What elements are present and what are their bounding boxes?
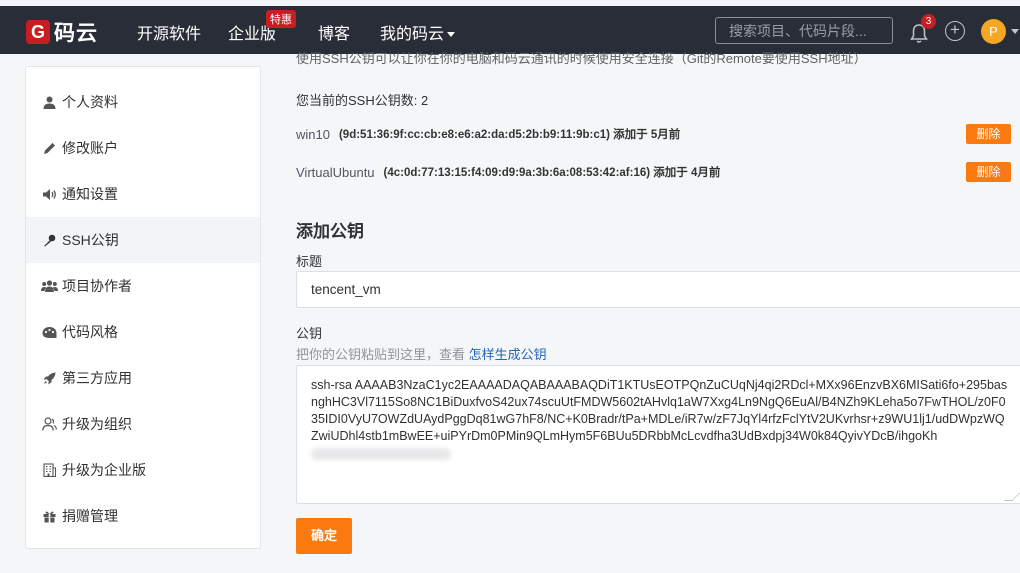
delete-key-button[interactable]: 删除 bbox=[966, 124, 1011, 144]
ssh-key-count: 您当前的SSH公钥数: 2 bbox=[296, 93, 429, 108]
ssh-key-row: win10 (9d:51:36:9f:cc:cb:e8:e6:a2:da:d5:… bbox=[296, 123, 1012, 145]
sidebar-item-code-style[interactable]: 代码风格 bbox=[26, 309, 260, 355]
sidebar-item-notifications[interactable]: 通知设置 bbox=[26, 171, 260, 217]
chevron-down-icon bbox=[447, 32, 456, 38]
settings-sidebar: 个人资料 修改账户 通知设置 SSH公钥 项目协作者 代码风格 第三方应用 升级… bbox=[25, 66, 261, 549]
ssh-key-fingerprint: (4c:0d:77:13:15:f4:09:d9:9a:3b:6a:08:53:… bbox=[383, 167, 721, 179]
sidebar-item-upgrade-org[interactable]: 升级为组织 bbox=[26, 401, 260, 447]
sidebar-item-label: 通知设置 bbox=[62, 186, 118, 202]
sidebar-item-label: 项目协作者 bbox=[62, 278, 132, 294]
sidebar-item-account[interactable]: 修改账户 bbox=[26, 125, 260, 171]
sidebar-item-label: 捐赠管理 bbox=[62, 508, 118, 524]
users-icon bbox=[40, 280, 58, 292]
add-key-heading: 添加公钥 bbox=[296, 222, 364, 241]
public-key-hint: 把你的公钥粘贴到这里，查看 怎样生成公钥 bbox=[296, 344, 547, 363]
plus-icon[interactable]: + bbox=[945, 21, 965, 41]
nav-open-source[interactable]: 开源软件 bbox=[137, 20, 201, 44]
nav-my-gitee[interactable]: 我的码云 bbox=[380, 20, 456, 44]
search-input[interactable] bbox=[715, 17, 893, 44]
nav-blog[interactable]: 博客 bbox=[318, 20, 350, 44]
palette-icon bbox=[40, 326, 58, 339]
sidebar-item-label: 第三方应用 bbox=[62, 370, 132, 386]
public-key-textarea[interactable]: ssh-rsa AAAAB3NzaC1yc2EAAAADAQABAAABAQDi… bbox=[296, 365, 1020, 504]
logo-text: 码云 bbox=[54, 22, 98, 45]
sidebar-item-profile[interactable]: 个人资料 bbox=[26, 79, 260, 125]
chevron-down-icon[interactable] bbox=[1011, 29, 1019, 34]
sidebar-item-upgrade-enterprise[interactable]: 升级为企业版 bbox=[26, 447, 260, 493]
key-title-input[interactable]: tencent_vm bbox=[296, 271, 1020, 308]
key-icon bbox=[40, 234, 58, 247]
redacted-blur bbox=[311, 447, 451, 460]
sidebar-item-label: 升级为组织 bbox=[62, 416, 132, 432]
gift-icon bbox=[40, 510, 58, 523]
public-key-value: ssh-rsa AAAAB3NzaC1yc2EAAAADAQABAAABAQDi… bbox=[311, 378, 1008, 443]
speaker-icon bbox=[40, 188, 58, 201]
notification-count-badge: 3 bbox=[921, 14, 936, 29]
top-navbar: G 码云 开源软件 企业版 特惠 博客 我的码云 3 + P bbox=[0, 0, 1020, 54]
avatar[interactable]: P bbox=[981, 19, 1006, 44]
site-logo[interactable]: G 码云 bbox=[26, 17, 98, 47]
ssh-intro-text: 使用SSH公钥可以让你在你的电脑和码云通讯的时候使用安全连接（Git的Remot… bbox=[296, 51, 867, 66]
enterprise-promo-badge: 特惠 bbox=[266, 10, 296, 28]
ssh-key-name: win10 bbox=[296, 126, 330, 142]
sidebar-item-label: 修改账户 bbox=[62, 140, 118, 156]
sidebar-item-third-party-apps[interactable]: 第三方应用 bbox=[26, 355, 260, 401]
sidebar-item-collaborators[interactable]: 项目协作者 bbox=[26, 263, 260, 309]
sidebar-item-label: 代码风格 bbox=[62, 324, 118, 340]
ssh-key-row: VirtualUbuntu (4c:0d:77:13:15:f4:09:d9:9… bbox=[296, 161, 1012, 183]
ssh-key-name: VirtualUbuntu bbox=[296, 164, 375, 180]
sidebar-item-donations[interactable]: 捐赠管理 bbox=[26, 493, 260, 539]
user-icon bbox=[40, 96, 58, 109]
hint-text: 把你的公钥粘贴到这里，查看 bbox=[296, 347, 469, 362]
building-icon bbox=[40, 463, 58, 477]
nav-my-gitee-label: 我的码云 bbox=[380, 26, 445, 43]
pencil-icon bbox=[40, 142, 58, 155]
rocket-icon bbox=[40, 372, 58, 385]
confirm-button[interactable]: 确定 bbox=[296, 518, 352, 554]
logo-mark: G bbox=[26, 20, 50, 44]
title-label: 标题 bbox=[296, 254, 323, 269]
sidebar-item-label: SSH公钥 bbox=[62, 232, 119, 248]
org-icon bbox=[40, 417, 58, 431]
public-key-label: 公钥 bbox=[296, 326, 323, 341]
sidebar-item-ssh-keys[interactable]: SSH公钥 bbox=[26, 217, 260, 263]
sidebar-item-label: 个人资料 bbox=[62, 94, 118, 110]
ssh-key-fingerprint: (9d:51:36:9f:cc:cb:e8:e6:a2:da:d5:2b:b9:… bbox=[338, 129, 681, 141]
how-to-generate-key-link[interactable]: 怎样生成公钥 bbox=[469, 347, 547, 362]
sidebar-item-label: 升级为企业版 bbox=[62, 462, 146, 478]
delete-key-button[interactable]: 删除 bbox=[966, 162, 1011, 182]
